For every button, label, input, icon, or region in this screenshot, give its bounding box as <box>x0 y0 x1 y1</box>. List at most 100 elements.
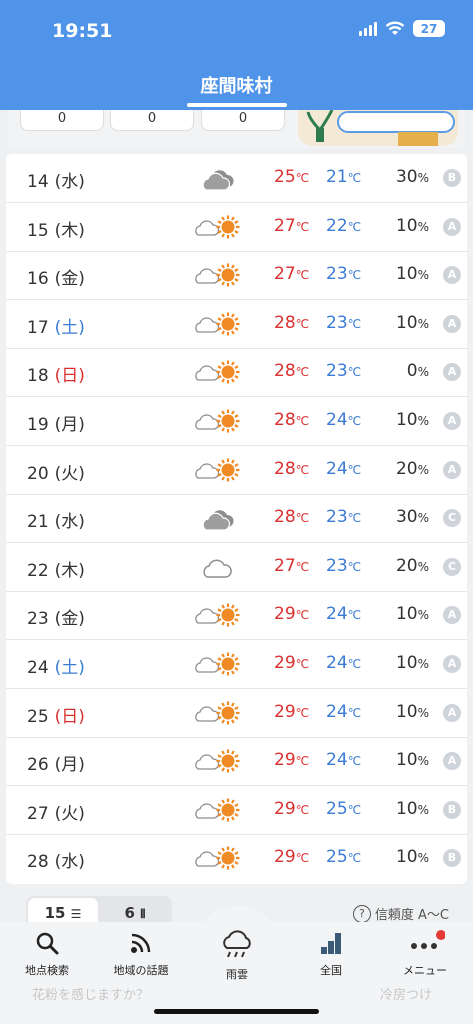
rain-chance: 0% <box>406 361 429 382</box>
rain-chance: 10% <box>395 215 429 236</box>
reliability-badge: A <box>443 703 461 722</box>
high-temp: 29℃ <box>274 604 310 625</box>
background-promo-left: 花粉を感じますか？ <box>32 988 150 1003</box>
status-time: 19:51 <box>52 20 113 42</box>
forecast-date: 19 (月) <box>27 410 85 435</box>
reliability-badge: A <box>443 217 461 236</box>
reliability-badge: A <box>443 606 461 625</box>
nav-rain-cloud[interactable]: 雨雲 <box>190 930 284 982</box>
high-temp: 28℃ <box>274 312 310 333</box>
summary-count-2: 0 <box>110 110 194 131</box>
forecast-row[interactable]: 24 (土) 29℃ 24℃ 10% A <box>6 640 467 689</box>
forecast-date: 25 (日) <box>27 702 85 727</box>
nav-topics[interactable]: 地域の話題 <box>94 930 188 978</box>
app-header: 19:51 27 座間味村 <box>0 0 473 110</box>
forecast-date: 28 (水) <box>27 847 85 872</box>
low-temp: 24℃ <box>326 410 362 430</box>
rain-chance: 10% <box>395 312 429 333</box>
reliability-badge: A <box>443 363 461 382</box>
day-of-week: (土) <box>54 658 85 678</box>
high-temp: 27℃ <box>274 555 310 576</box>
low-temp: 23℃ <box>326 264 362 285</box>
day-number: 22 <box>27 560 49 581</box>
forecast-date: 16 (金) <box>27 264 85 289</box>
forecast-row[interactable]: 28 (水) 29℃ 25℃ 10% B <box>6 834 467 882</box>
low-temp: 23℃ <box>326 555 362 576</box>
day-of-week: (日) <box>54 706 85 727</box>
nav-search-label: 地点検索 <box>25 964 69 977</box>
low-temp: 21℃ <box>326 167 362 187</box>
forecast-row[interactable]: 27 (火) 29℃ 25℃ 10% B <box>6 786 467 835</box>
forecast-row[interactable]: 18 (日) 28℃ 23℃ 0% A <box>6 348 467 398</box>
forecast-row[interactable]: 19 (月) 28℃ 24℃ 10% A <box>6 397 467 446</box>
low-temp: 23℃ <box>326 507 362 528</box>
reliability-badge: A <box>443 266 461 285</box>
forecast-date: 27 (火) <box>27 799 85 824</box>
day-of-week: (月) <box>54 415 85 435</box>
forecast-row[interactable]: 23 (金) 29℃ 24℃ 10% A <box>6 591 467 641</box>
rain-chance: 10% <box>395 750 429 771</box>
forecast-date: 17 (土) <box>27 313 85 338</box>
home-indicator <box>154 1009 319 1014</box>
rss-icon <box>131 933 151 953</box>
forecast-row[interactable]: 20 (火) 28℃ 24℃ 20% A <box>6 446 467 495</box>
forecast-row[interactable]: 16 (金) 27℃ 23℃ 10% A <box>6 251 467 301</box>
day-of-week: (火) <box>54 803 85 824</box>
day-number: 15 <box>27 220 49 241</box>
reliability-badge: A <box>443 655 461 673</box>
reliability-badge: C <box>443 509 461 528</box>
low-temp: 25℃ <box>326 847 362 868</box>
cloudy-then-sunny-icon <box>195 409 240 433</box>
day-of-week: (木) <box>54 560 85 581</box>
low-temp: 22℃ <box>326 215 362 236</box>
cloudy-then-sunny-icon <box>195 846 240 870</box>
high-temp: 28℃ <box>274 458 310 479</box>
high-temp: 25℃ <box>274 167 310 187</box>
forecast-row[interactable]: 22 (木) 27℃ 23℃ 20% C <box>6 543 467 592</box>
day-number: 26 <box>27 755 49 776</box>
forecast-row[interactable]: 26 (月) 29℃ 24℃ 10% A <box>6 737 467 787</box>
rain-chance: 30% <box>395 167 429 187</box>
high-temp: 28℃ <box>274 410 310 430</box>
status-icons: 27 <box>359 20 445 37</box>
high-temp: 28℃ <box>274 361 310 382</box>
summary-strip: 0 0 0 <box>8 110 465 148</box>
title-underline <box>187 103 287 107</box>
day-number: 18 <box>27 366 49 387</box>
day-of-week: (水) <box>54 172 85 192</box>
forecast-row[interactable]: 21 (水) 28℃ 23℃ 30% C <box>6 494 467 544</box>
day-number: 16 <box>27 269 49 290</box>
toggle-6day-label: 6 <box>124 904 135 922</box>
day-of-week: (水) <box>54 852 85 873</box>
nav-menu[interactable]: メニュー <box>378 930 472 978</box>
nav-national[interactable]: 全国 <box>284 930 378 978</box>
forecast-date: 14 (水) <box>27 167 85 192</box>
forecast-row[interactable]: 17 (土) 28℃ 23℃ 10% A <box>6 300 467 349</box>
cloudy-then-sunny-icon <box>195 458 240 482</box>
promo-illustration[interactable] <box>298 110 458 146</box>
plant-illustration <box>306 110 455 146</box>
forecast-row[interactable]: 15 (木) 27℃ 22℃ 10% A <box>6 203 467 252</box>
cloudy-then-sunny-icon <box>195 215 240 239</box>
summary-count-3: 0 <box>201 110 285 131</box>
cloudy-then-sunny-icon <box>195 652 240 676</box>
chart-bars-icon <box>321 933 341 954</box>
nav-search[interactable]: 地点検索 <box>0 930 94 978</box>
day-number: 19 <box>27 415 49 435</box>
forecast-date: 20 (火) <box>27 459 85 484</box>
day-of-week: (木) <box>54 220 85 241</box>
cloudy-then-sunny-icon <box>195 360 240 384</box>
low-temp: 24℃ <box>326 458 362 479</box>
forecast-row[interactable]: 14 (水) 25℃ 21℃ 30% B <box>6 154 467 203</box>
low-temp: 24℃ <box>326 653 362 673</box>
rain-chance: 10% <box>395 653 429 673</box>
high-temp: 29℃ <box>274 750 310 771</box>
reliability-badge: B <box>443 169 461 187</box>
forecast-row[interactable]: 25 (日) 29℃ 24℃ 10% A <box>6 689 467 738</box>
high-temp: 29℃ <box>274 798 310 819</box>
reliability-badge: A <box>443 460 461 479</box>
rain-chance: 10% <box>395 847 429 868</box>
rain-chance: 10% <box>395 410 429 430</box>
reliability-badge: B <box>443 849 461 868</box>
reliability-info[interactable]: ? 信頼度 A～C <box>352 904 449 923</box>
